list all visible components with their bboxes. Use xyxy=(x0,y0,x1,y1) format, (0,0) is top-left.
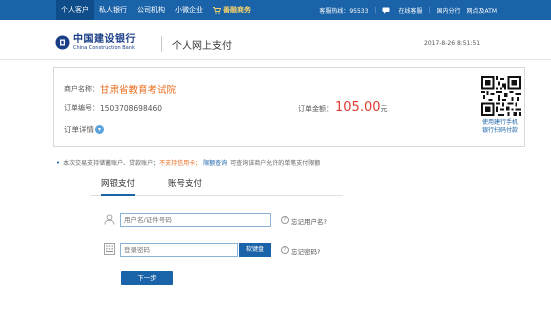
nav-corporate[interactable]: 公司机构 xyxy=(132,0,170,20)
page-title: 个人网上支付 xyxy=(172,41,232,52)
order-amount-label: 订单金额： xyxy=(298,105,333,113)
atm-link[interactable]: 网点及ATM xyxy=(467,6,497,15)
merchant-name: 甘肃省教育考试院 xyxy=(100,85,177,96)
nav-shanrong[interactable]: 善融商务 xyxy=(208,0,256,20)
nav-shanrong-label: 善融商务 xyxy=(223,6,251,14)
chat-icon xyxy=(382,7,390,14)
header: 中国建设银行 China Construction Bank 个人网上支付 20… xyxy=(0,20,551,60)
keypad-icon xyxy=(104,243,115,255)
payment-notice: • 本次交易支持储蓄账户、贷款账户； 不支持信用卡； 限额查询 可查询该商户允许… xyxy=(56,158,321,168)
notice-text-1: 本次交易支持储蓄账户、贷款账户； xyxy=(63,160,160,167)
ccb-logo-icon xyxy=(55,35,70,50)
top-bar: 个人客户 私人银行 公司机构 小微企业 善融商务 客服热线：95533 | 在线… xyxy=(0,0,551,20)
top-nav: 个人客户 私人银行 公司机构 小微企业 善融商务 xyxy=(56,0,256,20)
help-icon: ? xyxy=(281,216,289,224)
username-input[interactable] xyxy=(120,213,271,227)
nav-private-banking[interactable]: 私人银行 xyxy=(94,0,132,20)
hotline: 客服热线：95533 xyxy=(319,7,369,15)
chevron-down-icon: ▾ xyxy=(95,125,104,134)
nav-personal[interactable]: 个人客户 xyxy=(56,0,94,20)
timestamp: 2017-8-26 8:51:51 xyxy=(424,40,481,47)
merchant-label: 商户名称： xyxy=(64,85,99,93)
currency-unit: 元 xyxy=(380,105,388,113)
tab-account-payment[interactable]: 账号支付 xyxy=(168,177,202,194)
qr-caption-line-2: 银行扫码付款 xyxy=(481,127,518,134)
top-right-links: 客服热线：95533 | 在线客服 | 国内分行 网点及ATM xyxy=(313,0,497,20)
user-icon xyxy=(104,214,115,225)
notice-text-2: 可查询该商户允许的单笔支付限额 xyxy=(230,160,321,167)
tab-netbank-payment[interactable]: 网银支付 xyxy=(101,177,136,196)
payment-tabs: 网银支付 账号支付 xyxy=(90,174,343,196)
divider: | xyxy=(428,6,431,14)
order-amount-row: 订单金额： 105.00 元 xyxy=(298,100,388,115)
order-amount: 105.00 xyxy=(335,100,381,115)
logo-cn: 中国建设银行 xyxy=(73,34,136,45)
branch-link[interactable]: 国内分行 xyxy=(437,6,461,15)
limit-query-link[interactable]: 限额查询 xyxy=(203,158,227,167)
notice-warning: 不支持信用卡； xyxy=(159,160,202,167)
order-number: 1503708698460 xyxy=(100,103,163,113)
order-detail-toggle[interactable]: 订单详情 ▾ xyxy=(64,124,104,135)
ccb-logo[interactable]: 中国建设银行 China Construction Bank xyxy=(55,34,136,51)
order-info-panel: 商户名称： 甘肃省教育考试院 订单编号： 1503708698460 订单详情 … xyxy=(53,67,525,147)
bullet-icon: • xyxy=(56,158,61,167)
logo-text: 中国建设银行 China Construction Bank xyxy=(73,34,136,51)
qr-caption: 使用建行手机 银行扫码付款 xyxy=(474,119,526,135)
forgot-username-link[interactable]: 忘记用户名? xyxy=(291,216,327,226)
forgot-password-link[interactable]: 忘记密码? xyxy=(291,246,320,256)
order-number-label: 订单编号： xyxy=(64,104,99,112)
online-service-label: 在线客服 xyxy=(398,7,423,15)
password-input[interactable] xyxy=(120,243,238,257)
header-divider xyxy=(161,36,162,52)
logo-en: China Construction Bank xyxy=(73,45,135,51)
next-button[interactable]: 下一步 xyxy=(121,271,173,285)
qr-code-icon xyxy=(481,76,521,116)
qr-caption-line-1: 使用建行手机 xyxy=(481,119,518,126)
nav-small-business[interactable]: 小微企业 xyxy=(170,0,208,20)
order-number-row: 订单编号： 1503708698460 xyxy=(64,103,162,113)
divider: | xyxy=(374,6,377,14)
help-icon: ? xyxy=(281,246,289,254)
soft-keyboard-button[interactable]: 软键盘 xyxy=(239,243,271,257)
merchant-row: 商户名称： 甘肃省教育考试院 xyxy=(64,82,176,96)
order-detail-label: 订单详情 xyxy=(64,125,94,134)
cart-icon xyxy=(213,6,221,14)
online-service-link[interactable]: 在线客服 xyxy=(382,6,422,15)
